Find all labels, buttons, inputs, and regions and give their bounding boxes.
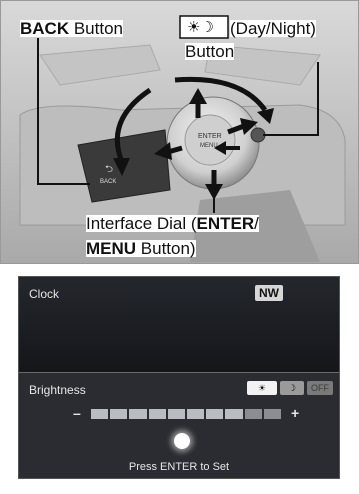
selection-knob bbox=[174, 433, 190, 449]
back-key-glyph: ⮌ bbox=[105, 164, 113, 175]
clock-label: Clock bbox=[29, 287, 60, 301]
brightness-label: Brightness bbox=[29, 383, 86, 397]
back-callout-bold: BACK bbox=[20, 19, 70, 38]
dial-callout-plain: Interface Dial ( bbox=[86, 214, 197, 233]
brightness-segment bbox=[244, 409, 262, 419]
brightness-segment bbox=[225, 409, 243, 419]
day-option[interactable]: ☀ bbox=[247, 381, 277, 395]
daynight-callout: (Day/Night) bbox=[230, 20, 316, 37]
back-key-text: BACK bbox=[100, 179, 116, 185]
brightness-segment bbox=[91, 409, 109, 419]
day-night-button[interactable] bbox=[250, 127, 266, 143]
daynight-callout-line2: Button bbox=[185, 42, 235, 61]
brightness-segment bbox=[187, 409, 205, 419]
brightness-panel: Brightness ☀ ☽ OFF – + Press ENTER to Se… bbox=[19, 372, 339, 478]
brightness-segment bbox=[110, 409, 128, 419]
back-button-callout: BACK Button bbox=[20, 20, 123, 37]
dial-text-enter: ENTER bbox=[198, 133, 222, 140]
interface-dial-center bbox=[184, 114, 236, 166]
screen-background bbox=[19, 277, 339, 372]
daynight-callout-rest: (Day/Night) bbox=[230, 19, 316, 38]
increase-button[interactable]: + bbox=[291, 405, 299, 421]
decrease-button[interactable]: – bbox=[73, 405, 81, 421]
mode-options: ☀ ☽ OFF bbox=[247, 381, 333, 395]
brightness-segment bbox=[167, 409, 186, 419]
dial-callout-enter: ENTER bbox=[196, 214, 255, 233]
daynight-callout-line2-text: Button bbox=[185, 42, 235, 61]
heading-badge: NW bbox=[255, 285, 283, 301]
dial-callout-line1: Interface Dial (ENTER/ bbox=[86, 215, 259, 232]
brightness-segment bbox=[129, 409, 147, 419]
day-night-icons: ☀☽ bbox=[187, 18, 214, 36]
brightness-bar[interactable] bbox=[91, 409, 282, 419]
off-option[interactable]: OFF bbox=[307, 381, 333, 395]
display-screen: Clock NW Brightness ☀ ☽ OFF – + Press EN… bbox=[18, 276, 340, 479]
dial-callout-line2: MENU Button) bbox=[86, 240, 196, 257]
press-enter-hint: Press ENTER to Set bbox=[128, 461, 230, 473]
dial-callout-rest: Button) bbox=[136, 239, 196, 258]
brightness-segment bbox=[263, 409, 282, 419]
dial-callout-menu: MENU bbox=[86, 239, 137, 258]
night-option[interactable]: ☽ bbox=[280, 381, 304, 395]
back-callout-rest: Button bbox=[69, 19, 123, 38]
dial-callout-slash: / bbox=[254, 214, 259, 233]
brightness-segment bbox=[148, 409, 166, 419]
brightness-segment bbox=[206, 409, 224, 419]
